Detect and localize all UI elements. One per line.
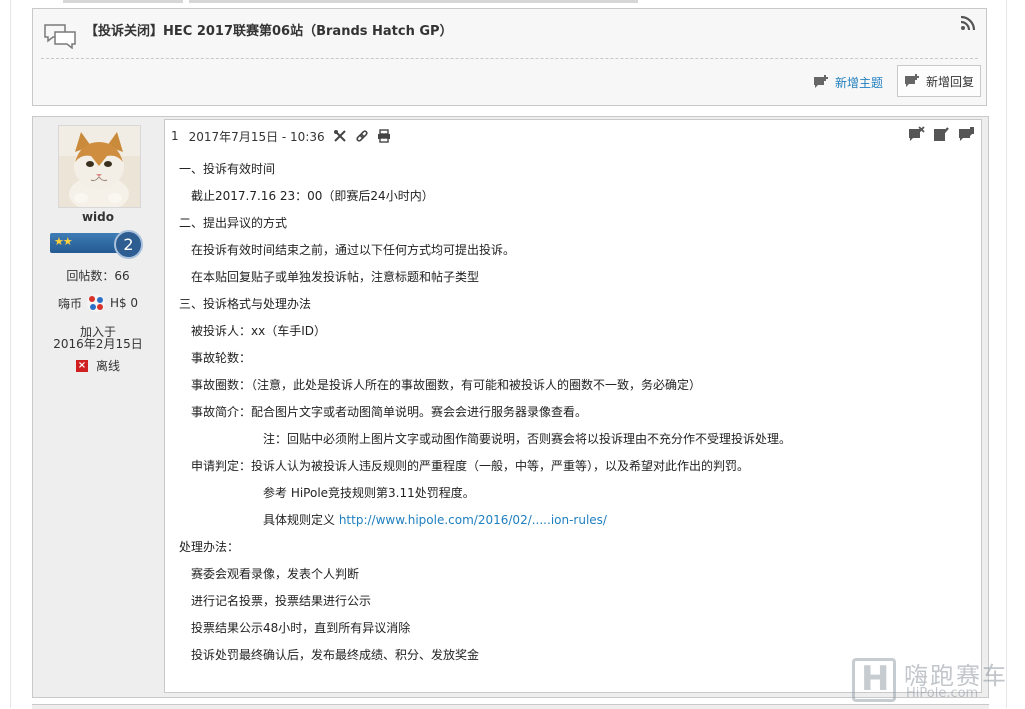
cat-avatar-image xyxy=(59,126,140,207)
page-right-rule xyxy=(1006,0,1007,708)
new-reply-label: 新增回复 xyxy=(925,74,974,89)
post-author-panel: wido ★★ 2 回帖数：66 嗨币 H$ 0 加入于 2016年2月15日 … xyxy=(33,117,163,697)
rules-link[interactable]: http://www.hipole.com/2016/02/.....ion-r… xyxy=(339,513,607,527)
rules-link-prefix: 具体规则定义 xyxy=(179,513,339,527)
new-reply-icon xyxy=(904,74,919,87)
rank-level-badge: 2 xyxy=(114,230,143,259)
rank-bar: ★★ xyxy=(50,233,122,253)
post-line: 二、提出异议的方式 xyxy=(179,216,288,230)
rank-stars: ★★ xyxy=(54,235,73,248)
post-line: 事故简介：配合图片文字或者动图简单说明。赛会会进行服务器录像查看。 xyxy=(179,405,588,419)
floor-number[interactable]: 1 xyxy=(171,129,179,143)
post-line: 处理办法： xyxy=(179,540,240,554)
post-line-with-link: 具体规则定义 http://www.hipole.com/2016/02/...… xyxy=(179,511,607,528)
watermark-en: HiPole.com xyxy=(906,686,979,701)
online-status: × 离线 xyxy=(33,357,163,374)
next-post-edge xyxy=(32,704,989,709)
post-line: 三、投诉格式与处理办法 xyxy=(179,297,312,311)
quote-icon[interactable] xyxy=(958,126,975,143)
new-topic-label: 新增主题 xyxy=(835,75,884,90)
edit-icon[interactable] xyxy=(933,126,950,143)
print-icon[interactable] xyxy=(377,129,391,143)
watermark-logo-box: H xyxy=(852,658,896,702)
post-line: 被投诉人：xx（车手ID） xyxy=(179,324,326,338)
post-content-panel: 1 2017年7月15日 - 10:36 一、投诉有效时间 截止2017.7.1… xyxy=(164,119,982,693)
new-reply-button[interactable]: 新增回复 xyxy=(897,65,981,97)
link-icon[interactable] xyxy=(355,129,369,143)
post-line: 投票结果公示48小时，直到所有异议消除 xyxy=(179,621,411,635)
post-meta: 1 2017年7月15日 - 10:36 xyxy=(171,127,391,145)
post-datetime: 2017年7月15日 - 10:36 xyxy=(188,129,325,144)
post-line: 一、投诉有效时间 xyxy=(179,162,276,176)
post-count: 回帖数：66 xyxy=(66,269,130,283)
post-line: 参考 HiPole竞技规则第3.11处罚程度。 xyxy=(179,486,475,500)
topic-title: 【投诉关闭】HEC 2017联赛第06站（Brands Hatch GP） xyxy=(85,24,453,39)
post-line: 申请判定：投诉人认为被投诉人违反规则的严重程度（一般，中等，严重等），以及希望对… xyxy=(179,459,750,473)
username[interactable]: wido xyxy=(33,210,163,224)
status-text: 离线 xyxy=(95,359,120,373)
post-line: 截止2017.7.16 23：00（即赛后24小时内） xyxy=(179,189,434,203)
post-line: 赛委会观看录像，发表个人判断 xyxy=(179,567,360,581)
topic-divider xyxy=(41,58,978,59)
post-line: 进行记名投票，投票结果进行公示 xyxy=(179,594,372,608)
post-line: 注：回贴中必须附上图片文字或动图作简要说明，否则赛会将以投诉理由不充分作不受理投… xyxy=(179,432,792,446)
tools-icon[interactable] xyxy=(333,129,347,143)
coin-icon xyxy=(86,294,105,312)
joined-date: 2016年2月15日 xyxy=(53,337,143,351)
report-icon[interactable] xyxy=(908,126,925,143)
discussion-icon xyxy=(44,24,76,49)
coin-balance: 嗨币 H$ 0 xyxy=(33,292,163,314)
avatar[interactable] xyxy=(58,125,141,208)
post-line: 在本贴回复贴子或单独发投诉帖，注意标题和帖子类型 xyxy=(179,270,480,284)
watermark: H 嗨跑赛车 HiPole.com xyxy=(852,656,1022,704)
coin-value: H$ 0 xyxy=(109,296,139,310)
new-topic-icon xyxy=(814,75,828,88)
offline-icon: × xyxy=(75,359,88,372)
post-line: 事故圈数：（注意，此处是投诉人所在的事故圈数，有可能和被投诉人的圈数不一致，务必… xyxy=(179,378,702,392)
post-tools xyxy=(900,126,975,143)
coin-label: 嗨币 xyxy=(57,296,82,311)
rss-icon[interactable] xyxy=(960,15,976,31)
page-left-rule xyxy=(10,0,11,708)
post: wido ★★ 2 回帖数：66 嗨币 H$ 0 加入于 2016年2月15日 … xyxy=(32,116,989,698)
post-line: 在投诉有效时间结束之前，通过以下任何方式均可提出投诉。 xyxy=(179,243,516,257)
post-line: 事故轮数： xyxy=(179,351,252,365)
topic-header: 【投诉关闭】HEC 2017联赛第06站（Brands Hatch GP） 新增… xyxy=(32,8,987,106)
top-tab-strip xyxy=(63,0,638,3)
post-line: 投诉处罚最终确认后，发布最终成绩、积分、发放奖金 xyxy=(179,648,480,662)
new-topic-button[interactable]: 新增主题 xyxy=(813,71,883,93)
